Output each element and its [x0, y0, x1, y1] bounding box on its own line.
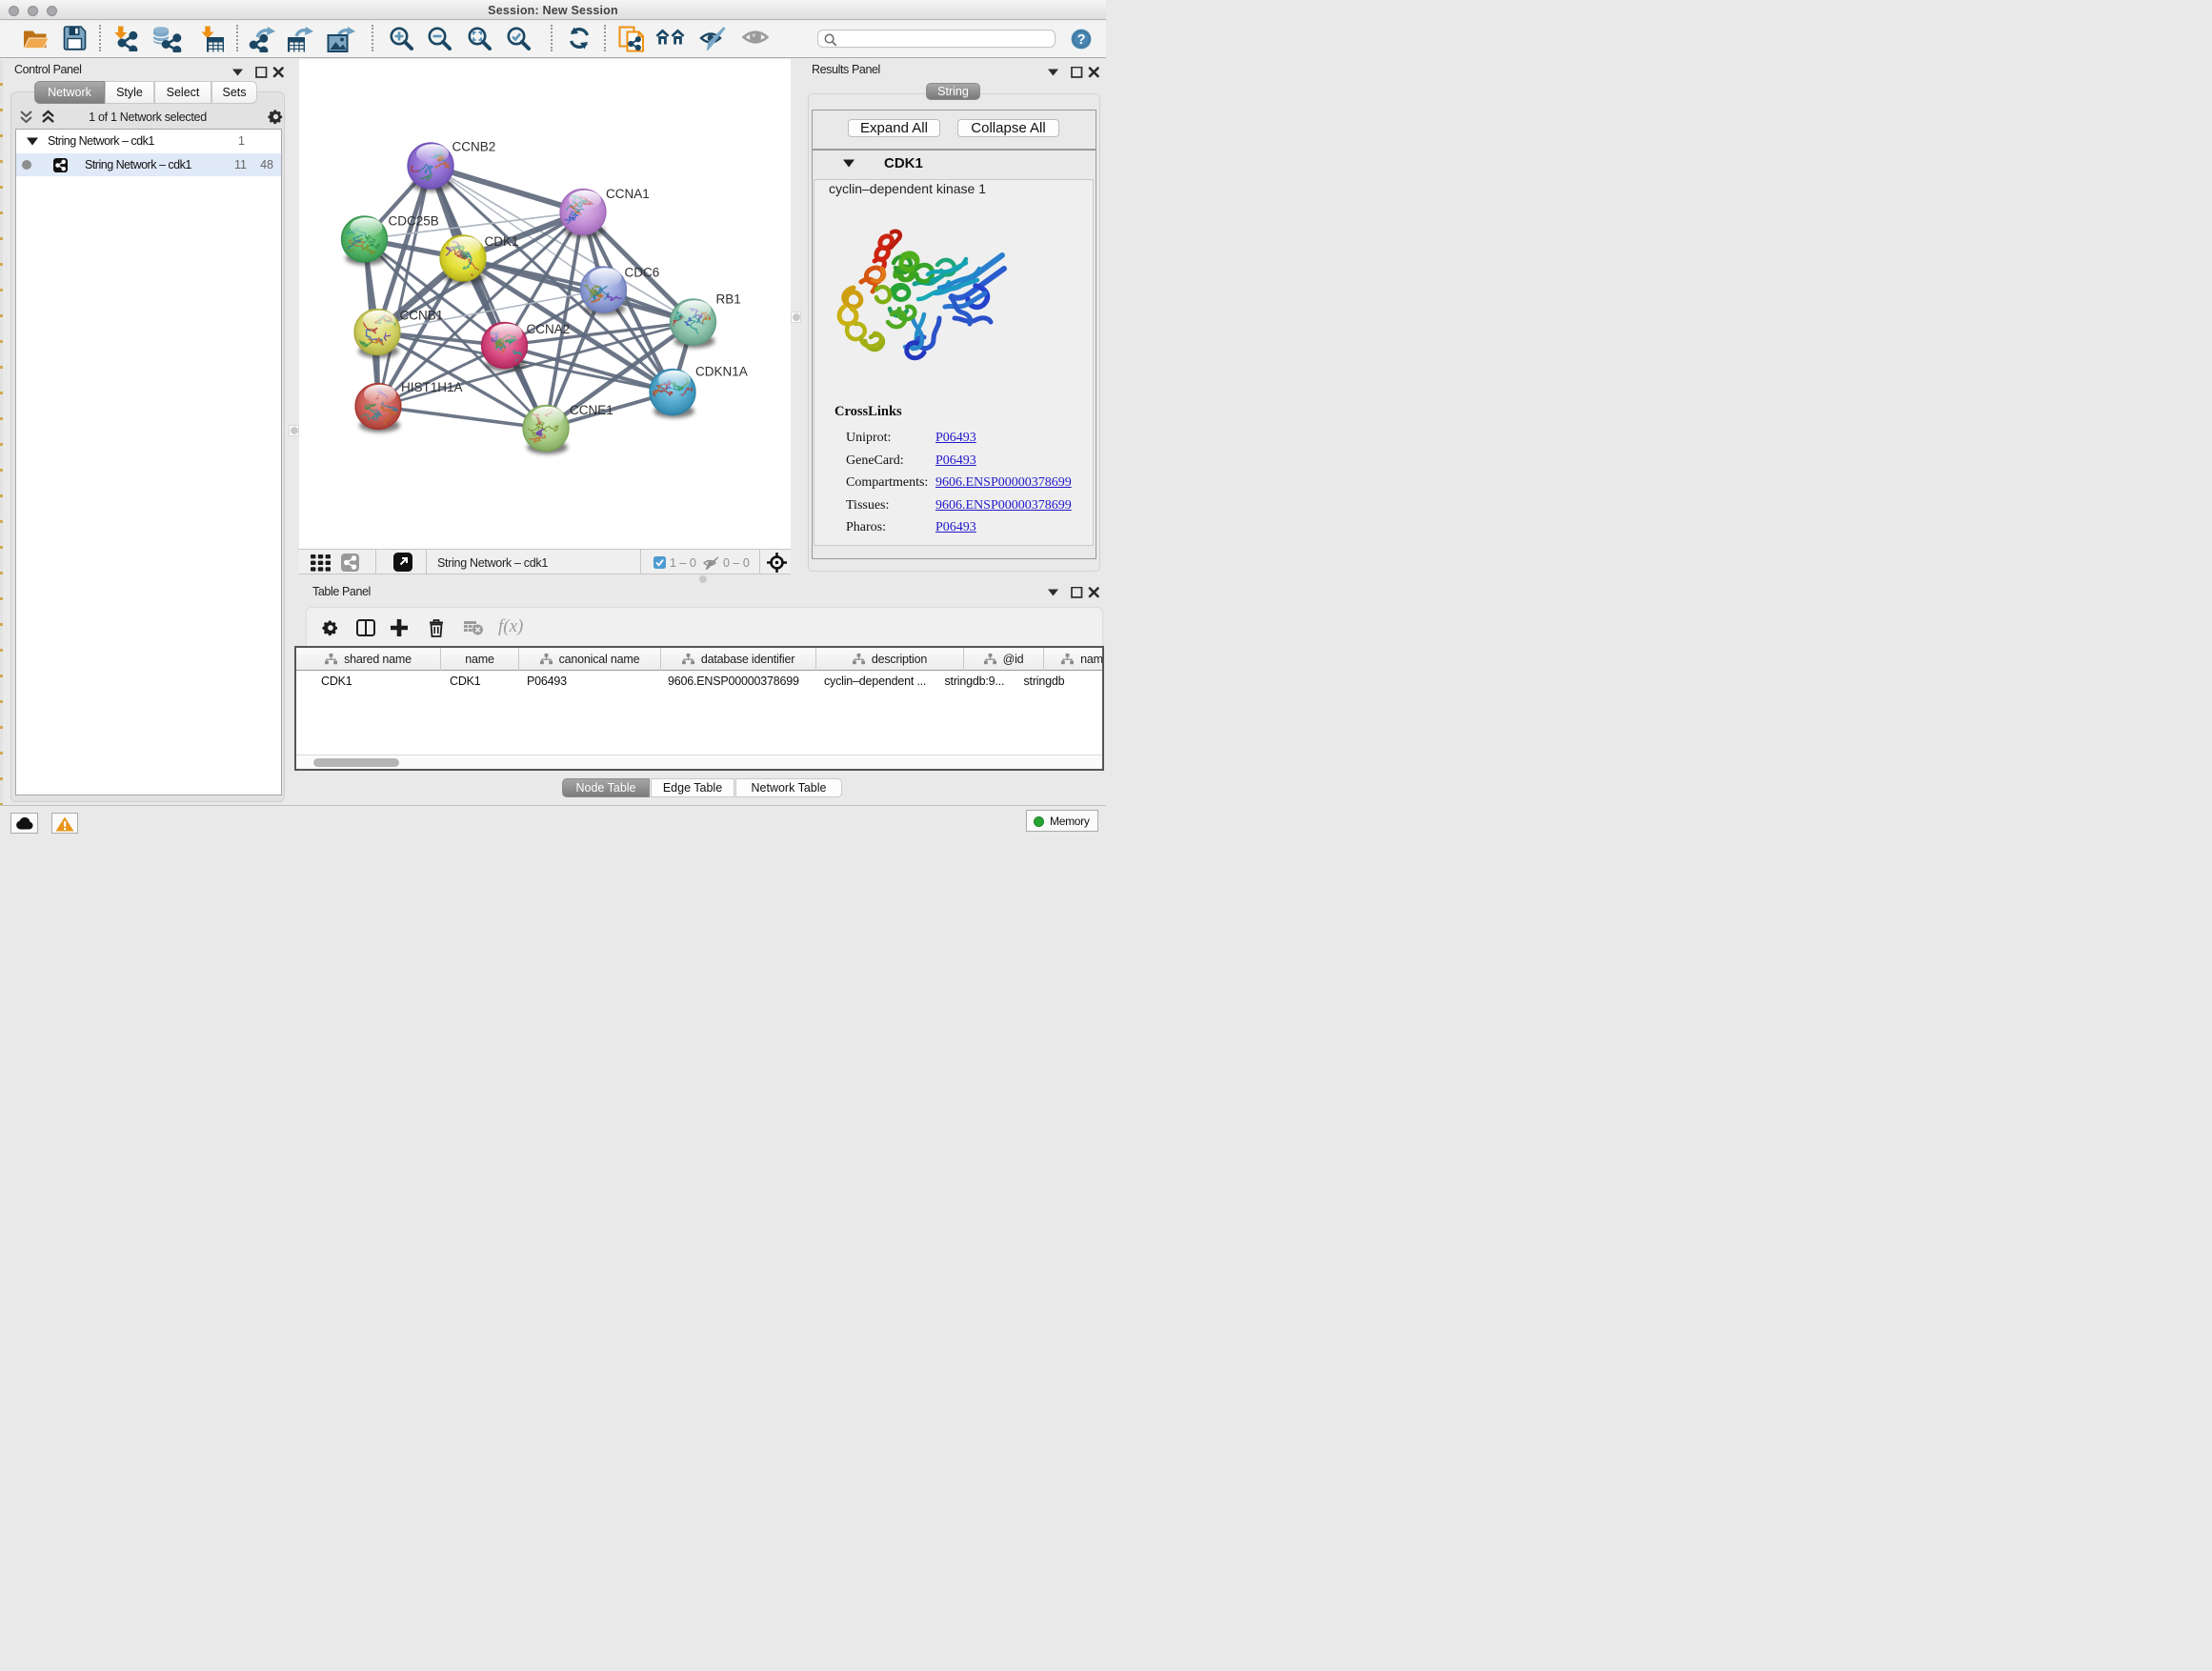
svg-text:HIST1H1A: HIST1H1A — [401, 380, 463, 394]
svg-text:CDC25B: CDC25B — [389, 214, 439, 229]
svg-text:CDKN1A: CDKN1A — [695, 365, 748, 379]
svg-text:?: ? — [1077, 32, 1086, 48]
svg-text:RB1: RB1 — [716, 292, 741, 307]
svg-text:CCNA1: CCNA1 — [606, 187, 650, 201]
svg-text:CCNB1: CCNB1 — [400, 309, 444, 323]
svg-text:CCNB2: CCNB2 — [452, 140, 496, 154]
svg-text:CCNA2: CCNA2 — [527, 322, 571, 336]
svg-text:CDK1: CDK1 — [485, 234, 519, 249]
svg-text:CDC6: CDC6 — [625, 266, 660, 280]
svg-text:CCNE1: CCNE1 — [570, 403, 613, 417]
